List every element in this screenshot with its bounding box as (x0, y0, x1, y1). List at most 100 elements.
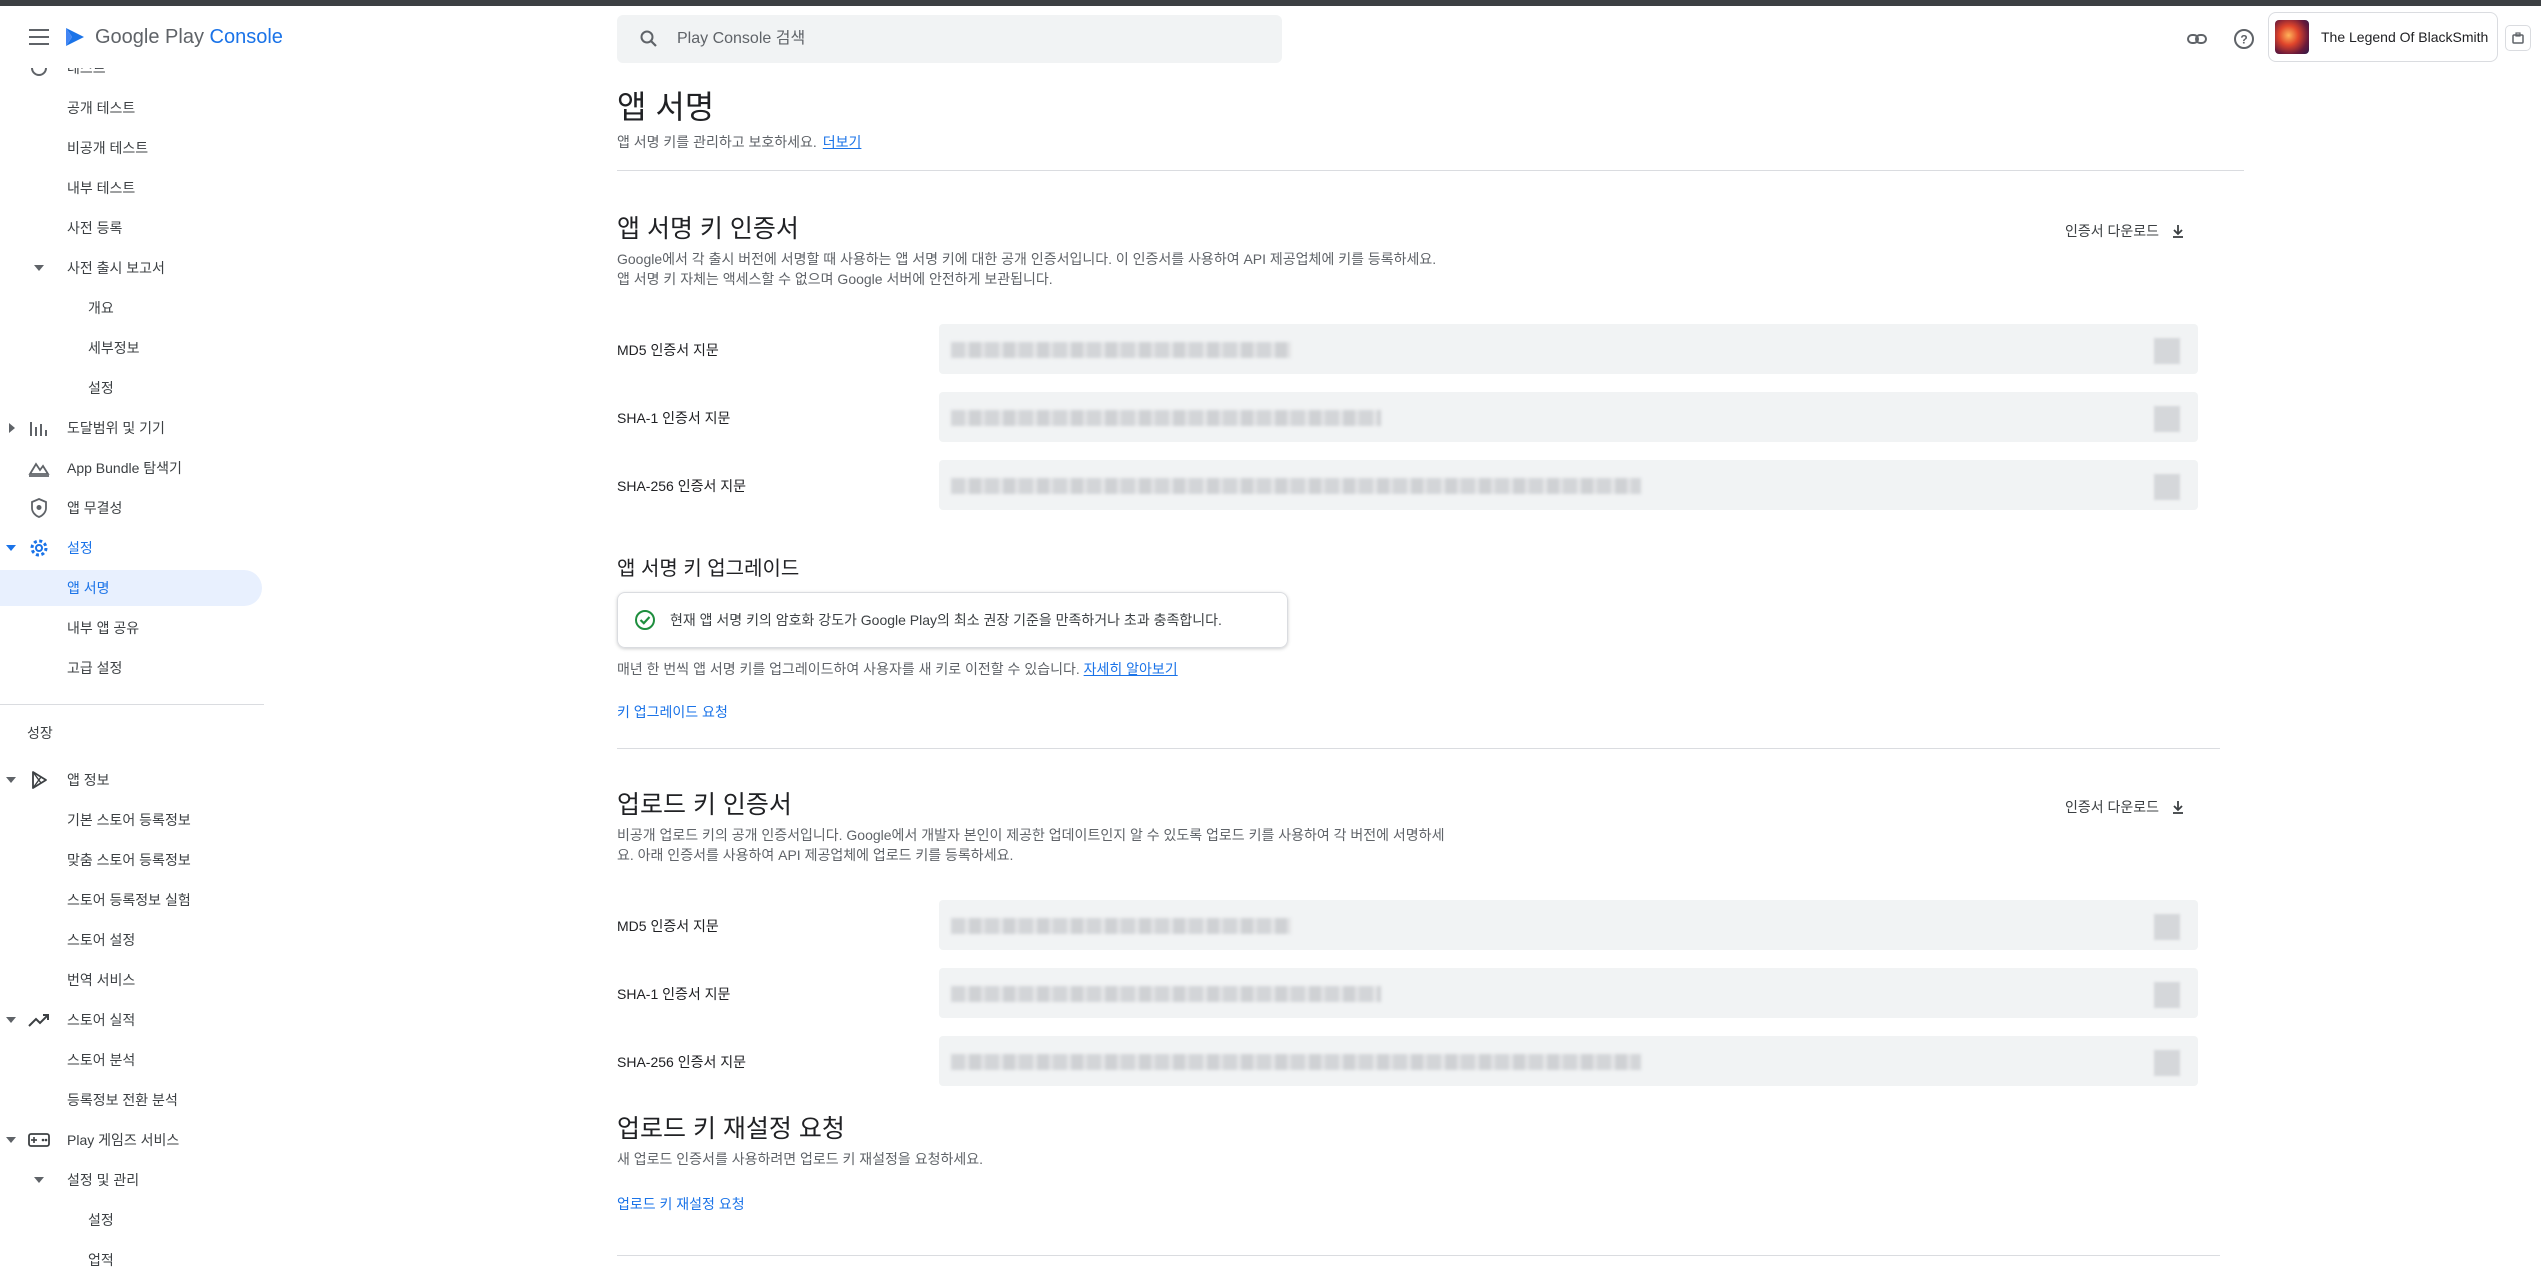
request-key-upgrade-link[interactable]: 키 업그레이드 요청 (617, 702, 728, 722)
redacted-fingerprint (951, 986, 1381, 1002)
sidebar-item-pre-launch-report[interactable]: 사전 출시 보고서 (0, 250, 264, 286)
sidebar-item-listing-conversion[interactable]: 등록정보 전환 분석 (0, 1082, 264, 1118)
learn-more-link[interactable]: 더보기 (823, 134, 862, 150)
svg-text:?: ? (2240, 33, 2247, 47)
developer-account-icon[interactable] (2505, 25, 2531, 51)
chevron-down-icon[interactable] (6, 545, 16, 551)
download-icon (2173, 801, 2184, 814)
sidebar-item-label: 사전 등록 (67, 220, 123, 236)
copy-icon[interactable] (2154, 914, 2180, 940)
sidebar-item-setup-and-management[interactable]: 설정 및 관리 (0, 1162, 264, 1198)
description-line: 비공개 업로드 키의 공개 인증서입니다. Google에서 개발자 본인이 제… (617, 827, 1445, 843)
sidebar-item-label: 등록정보 전환 분석 (67, 1092, 178, 1108)
sidebar-item-store-performance[interactable]: 스토어 실적 (0, 1002, 264, 1038)
sidebar-item-custom-store-listing[interactable]: 맞춤 스토어 등록정보 (0, 842, 264, 878)
sidebar-item-app-integrity[interactable]: 앱 무결성 (0, 490, 264, 526)
sidebar-item-label: 설정 (88, 1212, 114, 1228)
sidebar-item-label: 비공개 테스트 (67, 140, 149, 156)
copy-icon[interactable] (2154, 982, 2180, 1008)
play-store-icon (27, 768, 51, 792)
sidebar-item-overview[interactable]: 개요 (0, 290, 264, 326)
page-subtitle-text: 앱 서명 키를 관리하고 보호하세요. (617, 134, 817, 150)
key-strength-notice: 현재 앱 서명 키의 암호화 강도가 Google Play의 최소 권장 기준… (617, 592, 1288, 648)
sidebar-item-open-testing[interactable]: 공개 테스트 (0, 90, 264, 126)
sidebar-item-settings[interactable]: 설정 (0, 530, 264, 566)
sidebar-item-store-analysis[interactable]: 스토어 분석 (0, 1042, 264, 1078)
sidebar-item-label: 내부 앱 공유 (67, 620, 140, 636)
copy-icon[interactable] (2154, 1050, 2180, 1076)
search-icon (640, 30, 657, 47)
notice-text: 현재 앱 서명 키의 암호화 강도가 Google Play의 최소 권장 기준… (670, 612, 1222, 628)
sidebar-item-games-config[interactable]: 설정 (0, 1202, 264, 1238)
sha256-label: SHA-256 인증서 지문 (617, 478, 746, 494)
chevron-down-icon[interactable] (6, 1017, 16, 1023)
section-divider (617, 1255, 2220, 1256)
top-app-bar: Google Play Console ? The Legend Of Blac… (0, 6, 2541, 68)
description-line: 요. 아래 인증서를 사용하여 API 제공업체에 업로드 키를 등록하세요. (617, 847, 1014, 863)
sidebar-item-main-store-listing[interactable]: 기본 스토어 등록정보 (0, 802, 264, 838)
app-signing-download-button[interactable]: 인증서 다운로드 (2065, 221, 2185, 241)
sidebar-item-store-listing-experiments[interactable]: 스토어 등록정보 실험 (0, 882, 264, 918)
upload-cert-download-button[interactable]: 인증서 다운로드 (2065, 797, 2185, 817)
sidebar-item-advanced-settings[interactable]: 고급 설정 (0, 650, 264, 686)
hamburger-menu-icon[interactable] (24, 22, 54, 52)
copy-icon[interactable] (2154, 338, 2180, 364)
description-line: 앱 서명 키 자체는 액세스할 수 없으며 Google 서버에 안전하게 보관… (617, 271, 1053, 287)
sidebar-item-app-bundle-explorer[interactable]: App Bundle 탐색기 (0, 450, 264, 486)
upload-md5-fingerprint-field (939, 900, 2198, 950)
help-icon[interactable]: ? (2230, 25, 2258, 53)
copy-icon[interactable] (2154, 474, 2180, 500)
play-console-logo[interactable]: Google Play Console (63, 25, 283, 49)
sidebar-item-label: 설정 (67, 540, 93, 556)
sidebar-item-label: App Bundle 탐색기 (67, 460, 182, 476)
sidebar-item-label: 맞춤 스토어 등록정보 (67, 852, 191, 868)
gear-icon (27, 536, 51, 560)
copy-icon[interactable] (2154, 406, 2180, 432)
chevron-down-icon[interactable] (34, 1177, 44, 1183)
request-upload-key-reset-link[interactable]: 업로드 키 재설정 요청 (617, 1194, 745, 1214)
sidebar-item-app-signing[interactable]: 앱 서명 (0, 570, 262, 606)
sidebar-item-pre-registration[interactable]: 사전 등록 (0, 210, 264, 246)
chevron-down-icon[interactable] (6, 777, 16, 783)
download-label: 인증서 다운로드 (2065, 799, 2160, 815)
app-bundle-icon (27, 456, 51, 480)
account-name: The Legend Of BlackSmith (2321, 29, 2489, 45)
sidebar-item-label: 스토어 설정 (67, 932, 136, 948)
sidebar-item-label: 번역 서비스 (67, 972, 136, 988)
sha1-label: SHA-1 인증서 지문 (617, 986, 731, 1002)
sidebar-item-label: 내부 테스트 (67, 180, 136, 196)
sidebar-item-play-games-services[interactable]: Play 게임즈 서비스 (0, 1122, 264, 1158)
sidebar-item-label: 설정 및 관리 (67, 1172, 140, 1188)
sidebar-item-internal-app-sharing[interactable]: 내부 앱 공유 (0, 610, 264, 646)
sidebar-item-store-settings[interactable]: 스토어 설정 (0, 922, 264, 958)
sidebar-item-translation-service[interactable]: 번역 서비스 (0, 962, 264, 998)
learn-more-link[interactable]: 자세히 알아보기 (1084, 661, 1178, 677)
sidebar-item-testing[interactable]: 테스트 (0, 68, 264, 86)
sidebar-item-label: 기본 스토어 등록정보 (67, 812, 191, 828)
sidebar-item-app-info[interactable]: 앱 정보 (0, 762, 264, 798)
sidebar-item-internal-testing[interactable]: 내부 테스트 (0, 170, 264, 206)
key-upgrade-title: 앱 서명 키 업그레이드 (617, 558, 800, 580)
sidebar-item-details[interactable]: 세부정보 (0, 330, 264, 366)
chevron-down-icon[interactable] (34, 265, 44, 271)
sidebar-item-report-settings[interactable]: 설정 (0, 370, 264, 406)
sidebar-item-label: 앱 정보 (67, 772, 110, 788)
sidebar-item-reach-and-devices[interactable]: 도달범위 및 기기 (0, 410, 264, 446)
sidebar-item-label: 세부정보 (88, 340, 140, 356)
chevron-right-icon[interactable] (9, 423, 15, 433)
redacted-fingerprint (951, 1054, 1641, 1070)
sidebar-item-label: 사전 출시 보고서 (67, 260, 165, 276)
download-label: 인증서 다운로드 (2065, 223, 2160, 239)
search-bar[interactable] (617, 15, 1282, 63)
logo-text: Google Play Console (95, 25, 283, 48)
sidebar-item-closed-testing[interactable]: 비공개 테스트 (0, 130, 264, 166)
link-icon[interactable] (2183, 25, 2211, 53)
sha1-fingerprint-field (939, 392, 2198, 442)
app-avatar (2275, 20, 2309, 54)
side-navigation: 테스트 공개 테스트 비공개 테스트 내부 테스트 사전 등록 사전 출시 보고… (0, 68, 264, 1281)
account-switcher[interactable]: The Legend Of BlackSmith (2268, 12, 2498, 62)
search-input[interactable] (677, 30, 1237, 48)
sidebar-item-label: 고급 설정 (67, 660, 123, 676)
chevron-down-icon[interactable] (6, 1137, 16, 1143)
sidebar-item-achievements[interactable]: 업적 (0, 1242, 264, 1278)
